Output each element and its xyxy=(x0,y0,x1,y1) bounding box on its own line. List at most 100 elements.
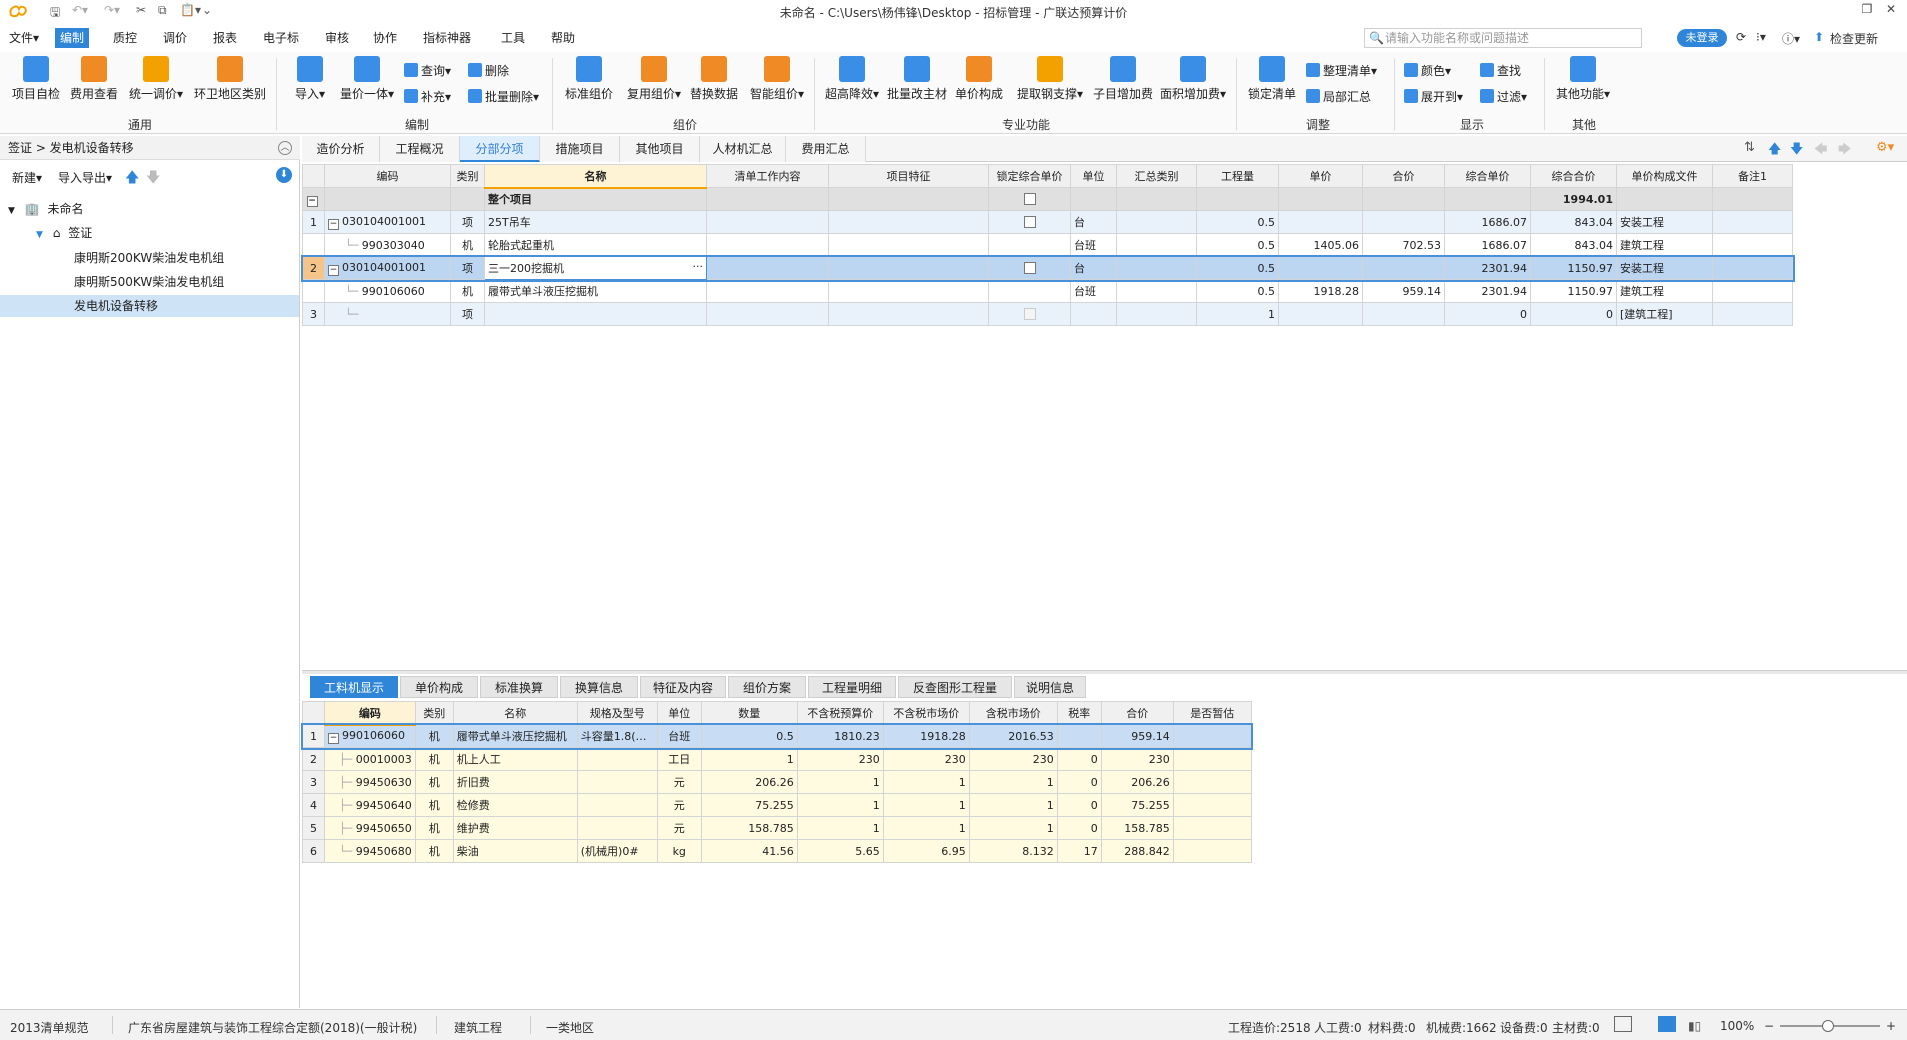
reuse-group-price-button[interactable]: 复用组价▾ xyxy=(622,56,686,102)
zoom-out-icon[interactable]: − xyxy=(1764,1019,1774,1033)
price-integrated-button[interactable]: 量价一体▾ xyxy=(336,56,398,102)
menu-e-bid[interactable]: 电子标 xyxy=(258,28,304,48)
menu-edit[interactable]: 编制 xyxy=(55,28,90,48)
menu-collab[interactable]: 协作 xyxy=(368,28,402,48)
view-mode-1-icon[interactable] xyxy=(1614,1016,1632,1032)
table-row[interactable]: └─ 990106060 机 履带式单斗液压挖掘机 台班 0.5 1918.28… xyxy=(302,279,1793,303)
collapse-arrow-icon[interactable]: ▼ xyxy=(36,230,43,240)
col-work-content[interactable]: 清单工作内容 xyxy=(706,164,829,188)
table-row-selected[interactable]: 2 −030104001001 项 三一200挖掘机 ··· 台 0.5 2301… xyxy=(300,254,1795,282)
tab-other-items[interactable]: 其他项目 xyxy=(620,136,700,162)
col-code[interactable]: 编码 xyxy=(324,164,451,188)
col-qty[interactable]: 数量 xyxy=(700,701,798,725)
table-row-total[interactable]: − 整个项目 1994.01 xyxy=(302,187,1793,211)
col-unit[interactable]: 单位 xyxy=(656,701,702,725)
table-row[interactable]: 4 ├─ 99450640 机 检修费 元 75.255 1 1 1 0 75.… xyxy=(302,793,1252,817)
tab-labor-material-summary[interactable]: 人材机汇总 xyxy=(700,136,786,162)
check-update-button[interactable]: 检查更新 xyxy=(1830,30,1878,47)
sub-item-fee-button[interactable]: 子目增加费 xyxy=(1092,56,1154,102)
super-high-button[interactable]: 超高降效▾ xyxy=(822,56,882,102)
delete-button[interactable]: 删除 xyxy=(468,62,509,79)
view-mode-2-icon[interactable] xyxy=(1658,1016,1676,1032)
settings-icon[interactable]: ⚙▾ xyxy=(1876,140,1894,155)
local-summary-button[interactable]: 局部汇总 xyxy=(1306,88,1371,105)
menu-review[interactable]: 审核 xyxy=(320,28,354,48)
tab-cost-analysis[interactable]: 造价分析 xyxy=(302,136,380,162)
tab-sub-items[interactable]: 分部分项 xyxy=(460,136,540,162)
col-remark[interactable]: 备注1 xyxy=(1712,164,1793,188)
table-row[interactable]: 3 └─ 项 1 0 0 [建筑工程] xyxy=(302,302,1793,326)
col-quantity[interactable]: 工程量 xyxy=(1196,164,1279,188)
lock-checkbox[interactable] xyxy=(1023,261,1036,274)
collapse-arrow-icon[interactable]: ▼ xyxy=(8,206,15,216)
unit-price-composition-button[interactable]: 单价构成 xyxy=(952,56,1006,102)
batch-delete-button[interactable]: 批量删除▾ xyxy=(468,88,539,105)
import-button[interactable]: 导入▾ xyxy=(290,56,330,102)
col-composite-unit-price[interactable]: 综合单价 xyxy=(1444,164,1531,188)
col-type[interactable]: 类别 xyxy=(414,701,454,725)
tree-item-generator-500kw[interactable]: 康明斯500KW柴油发电机组 xyxy=(74,271,298,293)
col-tax-market-price[interactable]: 含税市场价 xyxy=(968,701,1058,725)
sort-columns-icon[interactable]: ⇅ xyxy=(1744,140,1755,155)
menu-adjust-price[interactable]: 调价 xyxy=(158,28,192,48)
menu-quality[interactable]: 质控 xyxy=(108,28,142,48)
move-left-icon[interactable]: 🡄 xyxy=(1814,140,1827,162)
lock-checkbox[interactable] xyxy=(1023,192,1036,205)
table-row[interactable]: └─ 990303040 机 轮胎式起重机 台班 0.5 1405.06 702… xyxy=(302,233,1793,257)
col-provisional[interactable]: 是否暂估 xyxy=(1172,701,1252,725)
view-mode-3-icon[interactable]: ▮▯ xyxy=(1688,1019,1701,1033)
menu-index-tool[interactable]: 指标神器 xyxy=(418,28,476,48)
refresh-icon[interactable]: ⟳ xyxy=(1736,30,1746,44)
sort-list-button[interactable]: 整理清单▾ xyxy=(1306,62,1377,79)
name-cell-editing[interactable]: 三一200挖掘机 ··· xyxy=(484,256,707,280)
collapse-icon[interactable]: − xyxy=(328,218,339,230)
expand-to-button[interactable]: 展开到▾ xyxy=(1404,88,1463,105)
tree-root[interactable]: ▼ 🏢 未命名 xyxy=(8,198,298,220)
tree-group-visa[interactable]: ▼ ⌂ 签证 xyxy=(36,222,298,244)
col-code[interactable]: 编码 xyxy=(324,701,416,726)
tab-standard-conversion[interactable]: 标准换算 xyxy=(480,676,558,698)
tab-project-overview[interactable]: 工程概况 xyxy=(380,136,460,162)
move-right-icon[interactable]: 🡆 xyxy=(1838,140,1851,162)
sanitation-area-button[interactable]: 环卫地区类别 xyxy=(192,56,268,102)
new-button[interactable]: 新建▾ xyxy=(12,169,42,186)
other-functions-button[interactable]: 其他功能▾ xyxy=(1552,56,1614,102)
menu-dots-icon[interactable]: ⁝▾ xyxy=(1756,30,1766,44)
panel-splitter[interactable] xyxy=(302,670,1907,674)
lock-checkbox[interactable] xyxy=(1023,215,1036,228)
extract-steel-support-button[interactable]: 提取钢支撑▾ xyxy=(1012,56,1088,102)
zoom-in-icon[interactable]: + xyxy=(1886,1019,1896,1033)
col-summary-category[interactable]: 汇总类别 xyxy=(1116,164,1197,188)
tab-group-price-plan[interactable]: 组价方案 xyxy=(728,676,806,698)
lock-checkbox[interactable] xyxy=(1023,307,1036,320)
col-price[interactable]: 合价 xyxy=(1362,164,1445,188)
col-name[interactable]: 名称 xyxy=(452,701,578,725)
replace-data-button[interactable]: 替换数据 xyxy=(688,56,740,102)
collapse-panel-icon[interactable]: ︿ xyxy=(278,141,292,155)
table-row[interactable]: 6 └─ 99450680 机 柴油 (机械用)0# kg 41.56 5.65… xyxy=(302,839,1252,863)
col-price-file[interactable]: 单价构成文件 xyxy=(1616,164,1713,188)
close-window-icon[interactable]: ✕ xyxy=(1880,2,1902,20)
login-button[interactable]: 未登录 xyxy=(1677,29,1727,47)
tab-quantity-detail[interactable]: 工程量明细 xyxy=(808,676,896,698)
smart-group-price-button[interactable]: 智能组价▾ xyxy=(746,56,808,102)
find-button[interactable]: 查找 xyxy=(1480,62,1521,79)
tab-fee-summary[interactable]: 费用汇总 xyxy=(786,136,866,162)
tab-features-content[interactable]: 特征及内容 xyxy=(640,676,726,698)
collapse-icon[interactable]: − xyxy=(328,732,339,744)
move-up-icon[interactable]: 🡅 xyxy=(125,167,139,191)
col-unit[interactable]: 单位 xyxy=(1070,164,1117,188)
query-button[interactable]: 查询▾ xyxy=(404,62,451,79)
import-export-button[interactable]: 导入导出▾ xyxy=(58,169,112,186)
restore-window-icon[interactable]: ❐ xyxy=(1856,2,1878,20)
tree-item-generator-transfer[interactable]: 发电机设备转移 xyxy=(0,295,299,317)
menu-tools[interactable]: 工具 xyxy=(496,28,530,48)
col-composite-total[interactable]: 综合合价 xyxy=(1530,164,1617,188)
col-spec[interactable]: 规格及型号 xyxy=(576,701,658,725)
col-budget-price[interactable]: 不含税预算价 xyxy=(796,701,884,725)
move-up-icon[interactable]: 🡅 xyxy=(1768,140,1781,162)
collapse-icon[interactable]: − xyxy=(328,264,339,276)
col-features[interactable]: 项目特征 xyxy=(828,164,989,188)
tab-measures[interactable]: 措施项目 xyxy=(540,136,620,162)
col-market-price[interactable]: 不含税市场价 xyxy=(882,701,970,725)
